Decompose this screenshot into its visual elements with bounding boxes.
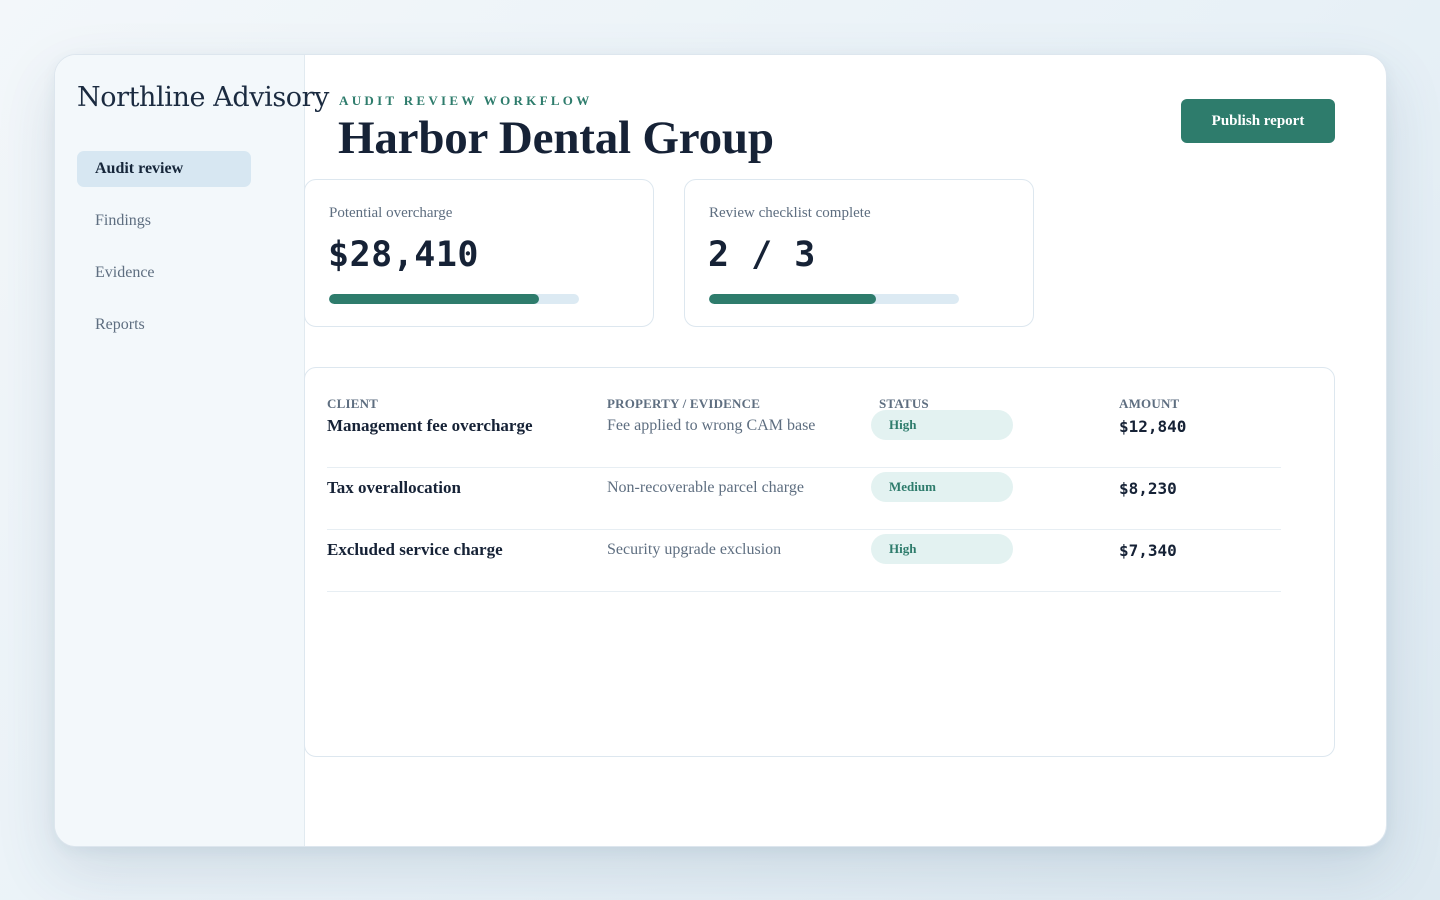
publish-report-button[interactable]: Publish report	[1181, 99, 1335, 143]
sidebar-item-findings[interactable]: Findings	[77, 203, 251, 239]
table-row[interactable]: Tax overallocation Non-recoverable parce…	[327, 467, 1281, 530]
evidence-cell: Fee applied to wrong CAM base	[607, 417, 816, 434]
sidebar: Northline Advisory Audit review Findings…	[55, 55, 329, 846]
status-badge: Medium	[871, 472, 1013, 502]
stat-card-potential-overcharge: Potential overcharge $28,410	[304, 179, 654, 327]
amount-cell: $8,230	[1119, 479, 1177, 498]
table-row[interactable]: Management fee overcharge Fee applied to…	[327, 405, 1281, 468]
client-cell: Management fee overcharge	[327, 416, 533, 435]
findings-table: CLIENT PROPERTY / EVIDENCE STATUS AMOUNT…	[304, 367, 1335, 757]
page-title: Harbor Dental Group	[338, 112, 774, 164]
progress-bar	[329, 294, 579, 304]
status-badge: High	[871, 410, 1013, 440]
stat-card-checklist: Review checklist complete 2 / 3	[684, 179, 1034, 327]
progress-fill	[329, 294, 539, 304]
evidence-cell: Non-recoverable parcel charge	[607, 479, 804, 496]
progress-bar	[709, 294, 959, 304]
status-badge: High	[871, 534, 1013, 564]
stat-label: Review checklist complete	[709, 205, 871, 221]
stat-value: $28,410	[328, 235, 480, 275]
amount-cell: $12,840	[1119, 417, 1187, 436]
brand-name: Northline Advisory	[77, 82, 329, 113]
sidebar-item-reports[interactable]: Reports	[77, 307, 251, 343]
client-cell: Tax overallocation	[327, 478, 461, 497]
table-row[interactable]: Excluded service charge Security upgrade…	[327, 529, 1281, 592]
page-eyebrow: AUDIT REVIEW WORKFLOW	[339, 93, 593, 108]
progress-fill	[709, 294, 876, 304]
sidebar-item-evidence[interactable]: Evidence	[77, 255, 251, 291]
client-cell: Excluded service charge	[327, 540, 503, 559]
stat-value: 2 / 3	[708, 235, 816, 275]
app-window: Northline Advisory Audit review Findings…	[54, 54, 1387, 847]
amount-cell: $7,340	[1119, 541, 1177, 560]
stat-label: Potential overcharge	[329, 205, 453, 221]
evidence-cell: Security upgrade exclusion	[607, 541, 782, 558]
sidebar-item-audit-review[interactable]: Audit review	[77, 151, 251, 187]
